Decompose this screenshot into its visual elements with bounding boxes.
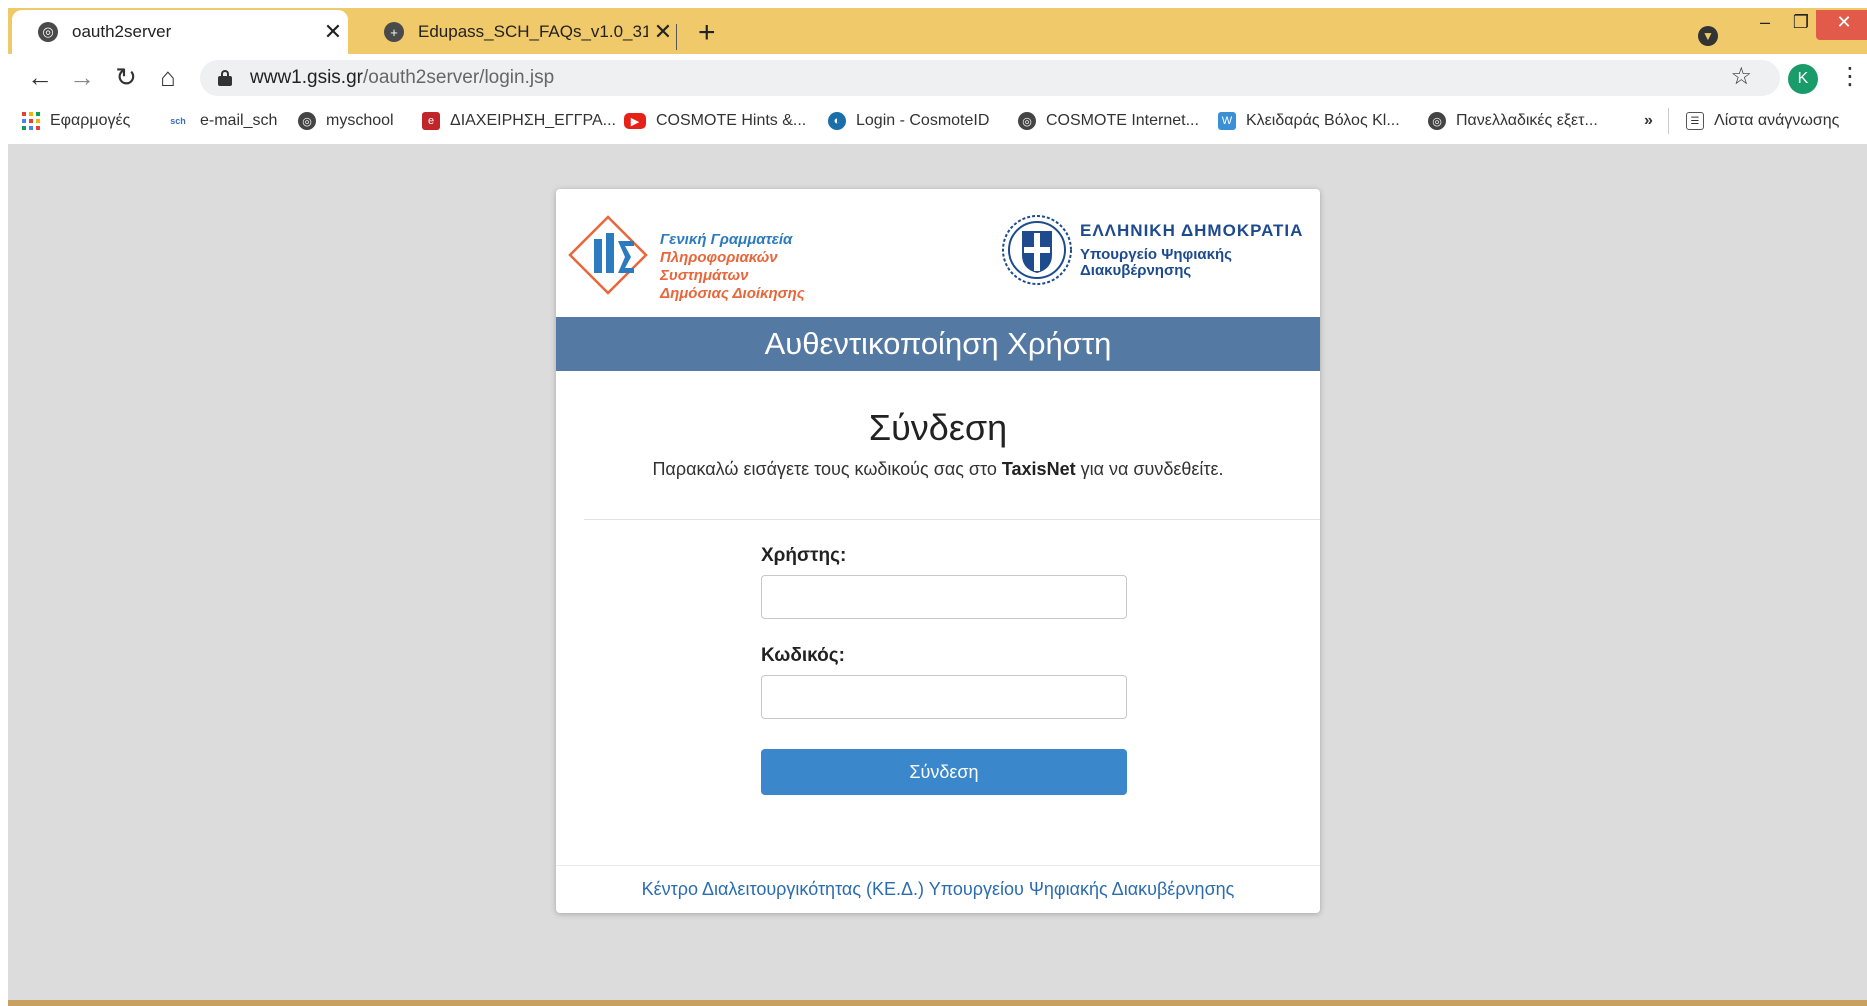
- e-icon: e: [422, 112, 440, 130]
- card-header: Γενική Γραμματεία Πληροφοριακών Συστημάτ…: [556, 189, 1320, 317]
- bookmark-cosmote-hints[interactable]: ▶ COSMOTE Hints &...: [624, 112, 806, 130]
- globe-icon: ◎: [38, 22, 58, 42]
- bookmark-apps[interactable]: Εφαρμογές: [22, 112, 130, 130]
- add-circle-icon: +: [384, 22, 404, 42]
- reading-list-button[interactable]: ☰ Λίστα ανάγνωσης: [1686, 112, 1839, 130]
- form-divider: [584, 519, 1320, 520]
- tab-separator: [676, 24, 677, 50]
- reading-list-icon: ☰: [1686, 112, 1704, 130]
- bookmarks-divider: [1668, 108, 1669, 134]
- globe-icon: ◎: [298, 112, 316, 130]
- username-label: Χρήστης:: [761, 545, 847, 566]
- bookmark-myschool[interactable]: ◎ myschool: [298, 112, 394, 130]
- gsis-line-1: Γενική Γραμματεία: [660, 231, 793, 248]
- bookmark-label: Κλειδαράς Βόλος Κl...: [1246, 112, 1400, 129]
- tab-title: oauth2server: [72, 22, 172, 41]
- login-subtitle: Παρακαλώ εισάγετε τους κωδικούς σας στο …: [556, 459, 1320, 480]
- taskbar-edge: [8, 1000, 1867, 1006]
- ked-footer-link[interactable]: Κέντρο Διαλειτουργικότητας (ΚΕ.Δ.) Υπουρ…: [556, 879, 1320, 900]
- close-tab-icon[interactable]: ✕: [648, 19, 678, 45]
- globe-icon: ◎: [1018, 112, 1036, 130]
- gsis-line-3: Δημόσιας Διοίκησης: [660, 285, 805, 302]
- w-icon: W: [1218, 112, 1236, 130]
- address-bar[interactable]: www1.gsis.gr/oauth2server/login.jsp ☆: [200, 60, 1780, 96]
- sch-icon: sch: [170, 116, 186, 126]
- username-input[interactable]: [761, 575, 1127, 619]
- login-title: Σύνδεση: [868, 407, 1008, 448]
- gsis-logo: Γενική Γραμματεία Πληροφοριακών Συστημάτ…: [568, 215, 868, 302]
- bookmark-label: Εφαρμογές: [50, 112, 131, 129]
- youtube-icon: ▶: [624, 113, 646, 129]
- lock-icon[interactable]: [218, 70, 232, 86]
- bookmark-label: Πανελλαδικές εξετ...: [1456, 112, 1598, 129]
- window-edge: [0, 0, 8, 1006]
- greek-coat-of-arms-icon: [1002, 215, 1072, 285]
- close-tab-icon[interactable]: ✕: [318, 19, 348, 45]
- tab-search-icon[interactable]: ▼: [1698, 26, 1718, 46]
- bookmark-label: e-mail_sch: [200, 112, 278, 129]
- subtitle-taxisnet: TaxisNet: [1001, 459, 1076, 479]
- bookmark-label: ΔΙΑΧΕΙΡΗΣΗ_ΕΓΓΡΑ...: [450, 112, 616, 129]
- hellenic-title: ΕΛΛΗΝΙΚΗ ΔΗΜΟΚΡΑΤΙΑ: [1080, 221, 1304, 240]
- browser-menu-icon[interactable]: ⋮: [1838, 62, 1862, 91]
- page-background: Γενική Γραμματεία Πληροφοριακών Συστημάτ…: [8, 145, 1867, 1000]
- cosmote-id-icon: ◐: [828, 112, 846, 130]
- bookmark-kleidaras[interactable]: W Κλειδαράς Βόλος Κl...: [1218, 112, 1400, 130]
- login-card: Γενική Γραμματεία Πληροφοριακών Συστημάτ…: [556, 189, 1320, 913]
- apps-grid-icon: [22, 112, 40, 130]
- login-submit-button[interactable]: Σύνδεση: [761, 749, 1127, 795]
- gsis-emblem-icon: [568, 215, 648, 295]
- password-input[interactable]: [761, 675, 1127, 719]
- auth-band-title: Αυθεντικοποίηση Χρήστη: [556, 317, 1320, 371]
- bookmark-cosmote-internet[interactable]: ◎ COSMOTE Internet...: [1018, 112, 1199, 130]
- new-tab-button[interactable]: +: [698, 16, 716, 50]
- close-window-button[interactable]: ✕: [1816, 10, 1867, 40]
- password-label: Κωδικός:: [761, 645, 845, 666]
- bookmark-diaxeirisi[interactable]: e ΔΙΑΧΕΙΡΗΣΗ_ΕΓΓΡΑ...: [422, 112, 616, 130]
- bookmark-cosmote-id[interactable]: ◐ Login - CosmoteID: [828, 112, 989, 130]
- bookmark-star-icon[interactable]: ☆: [1730, 62, 1752, 91]
- tab-edupass[interactable]: + Edupass_SCH_FAQs_v1.0_311020 ✕: [358, 10, 678, 54]
- tab-title: Edupass_SCH_FAQs_v1.0_311020: [418, 22, 648, 41]
- footer-divider: [556, 865, 1320, 866]
- bookmark-email-sch[interactable]: sch e-mail_sch: [166, 112, 277, 130]
- gsis-line-2: Πληροφοριακών Συστημάτων: [660, 249, 778, 284]
- bookmark-label: myschool: [326, 112, 394, 129]
- bookmarks-bar: Εφαρμογές sch e-mail_sch ◎ myschool e ΔΙ…: [8, 102, 1867, 145]
- tab-strip: ◎ oauth2server ✕ + Edupass_SCH_FAQs_v1.0…: [8, 8, 1867, 54]
- bookmark-panelladikes[interactable]: ◎ Πανελλαδικές εξετ...: [1428, 112, 1598, 130]
- bookmark-label: Login - CosmoteID: [856, 112, 990, 129]
- bookmark-label: COSMOTE Internet...: [1046, 112, 1199, 129]
- bookmarks-overflow-button[interactable]: »: [1644, 112, 1653, 130]
- back-button[interactable]: ←: [24, 62, 56, 94]
- restore-button[interactable]: ❐: [1784, 10, 1818, 40]
- hellenic-republic-logo: ΕΛΛΗΝΙΚΗ ΔΗΜΟΚΡΑΤΙΑ Υπουργείο Ψηφιακής Δ…: [1000, 213, 1316, 293]
- ministry-line-2: Διακυβέρνησης: [1080, 262, 1192, 279]
- browser-toolbar: ← → ↻ ⌂ www1.gsis.gr/oauth2server/login.…: [8, 54, 1867, 102]
- minimize-button[interactable]: –: [1748, 10, 1782, 40]
- reading-list-label: Λίστα ανάγνωσης: [1714, 112, 1840, 129]
- globe-icon: ◎: [1428, 112, 1446, 130]
- bookmark-label: COSMOTE Hints &...: [656, 112, 807, 129]
- url-host: www1.gsis.gr: [250, 67, 363, 88]
- subtitle-text: Παρακαλώ εισάγετε τους κωδικούς σας στο: [652, 459, 1002, 479]
- reload-button[interactable]: ↻: [110, 62, 142, 94]
- forward-button[interactable]: →: [66, 62, 98, 94]
- tab-oauth2server[interactable]: ◎ oauth2server ✕: [12, 10, 348, 54]
- ministry-line-1: Υπουργείο Ψηφιακής: [1080, 246, 1232, 263]
- home-button[interactable]: ⌂: [152, 62, 184, 94]
- url-path: /oauth2server/login.jsp: [362, 67, 555, 88]
- subtitle-text-end: για να συνδεθείτε.: [1075, 459, 1224, 479]
- profile-avatar[interactable]: K: [1788, 64, 1818, 94]
